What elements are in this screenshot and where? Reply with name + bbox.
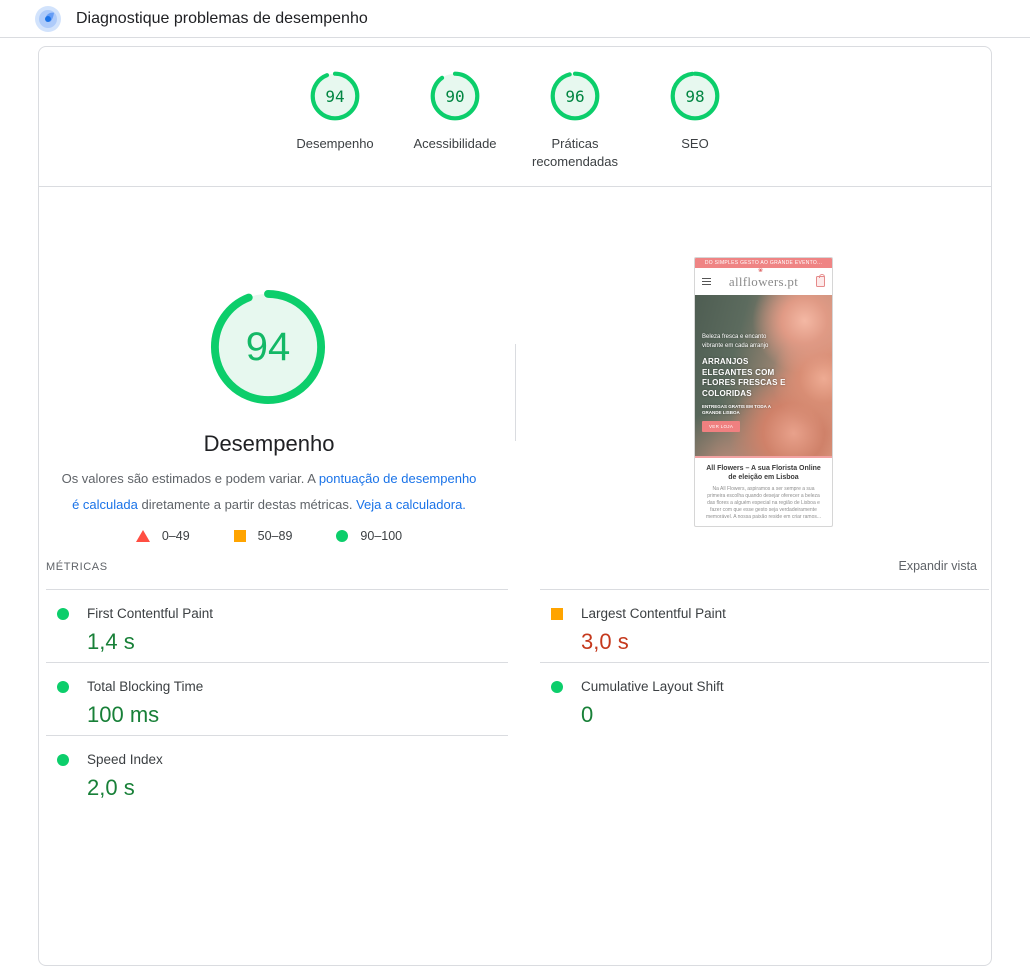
metrics-grid: First Contentful Paint 1,4 s Total Block… — [46, 589, 989, 809]
metrics-section-title: MÉTRICAS — [46, 561, 108, 573]
metric-row-fcp: First Contentful Paint 1,4 s — [46, 590, 508, 663]
legend-range: 0–49 — [161, 529, 190, 543]
category-gauge-desempenho[interactable]: 94 Desempenho — [275, 70, 395, 171]
category-gauge-acessibilidade[interactable]: 90 Acessibilidade — [395, 70, 515, 171]
thumb-caption-text: Na All Flowers, aspiramos a ser sempre a… — [705, 486, 822, 520]
metric-name: Speed Index — [87, 752, 163, 767]
score-value: 90 — [445, 86, 465, 106]
metric-row-lcp: Largest Contentful Paint 3,0 s — [540, 590, 989, 663]
metrics-header: MÉTRICAS Expandir vista — [46, 559, 977, 573]
average-square-icon — [233, 530, 246, 542]
expand-view-link[interactable]: Expandir vista — [898, 559, 977, 573]
category-label: SEO — [681, 136, 709, 151]
disclaimer-text: diretamente a partir destas métricas. — [137, 497, 357, 512]
thumb-site-header: allflowers.pt ❀ — [695, 268, 832, 295]
shopping-bag-icon — [816, 274, 825, 287]
page-header: Diagnostique problemas de desempenho — [0, 0, 1030, 38]
score-value: 98 — [685, 86, 705, 106]
flower-icon: ❀ — [758, 268, 764, 274]
legend-range: 90–100 — [360, 529, 403, 543]
metrics-column-right: Largest Contentful Paint 3,0 s Cumulativ… — [540, 589, 989, 809]
score-disclaimer: Os valores são estimados e podem variar.… — [57, 466, 481, 518]
performance-main-gauge: 94 — [209, 288, 327, 406]
score-gauge: 98 — [669, 70, 721, 122]
thumb-caption: All Flowers – A sua Florista Online de e… — [695, 458, 832, 521]
metric-row-si: Speed Index 2,0 s — [46, 736, 508, 809]
category-label: Desempenho — [296, 136, 374, 151]
metric-status-icon — [551, 607, 563, 620]
metrics-column-left: First Contentful Paint 1,4 s Total Block… — [46, 589, 508, 809]
legend-item-pass: 90–100 — [336, 529, 402, 543]
category-gauge-praticas[interactable]: 96 Práticas recomendadas — [515, 70, 635, 171]
thumb-shop-button: VER LOJA — [702, 421, 741, 432]
thumb-caption-title: All Flowers – A sua Florista Online de e… — [706, 465, 821, 481]
page-screenshot-thumbnail[interactable]: DO SIMPLES GESTO AO GRANDE EVENTO... all… — [694, 257, 833, 527]
thumb-hero-title: ARRANJOS ELEGANTES COM FLORES FRESCAS E … — [702, 357, 786, 398]
performance-section-title: Desempenho — [203, 431, 335, 456]
legend-item-fail: 0–49 — [135, 529, 190, 543]
legend-range: 50–89 — [257, 529, 293, 543]
metric-status-icon — [551, 680, 563, 693]
metric-value: 2,0 s — [87, 775, 135, 800]
thumb-hero-tagline: Beleza fresca e encanto vibrante em cada… — [702, 334, 769, 349]
performance-score-value: 94 — [245, 324, 291, 369]
category-gauge-seo[interactable]: 98 SEO — [635, 70, 755, 171]
thumb-site-logo: allflowers.pt — [728, 273, 799, 289]
category-gauges-row: 94 Desempenho 90 Acessibilidade 96 Práti… — [39, 70, 991, 171]
metric-row-tbt: Total Blocking Time 100 ms — [46, 663, 508, 736]
score-gauge: 94 — [309, 70, 361, 122]
vertical-divider — [515, 344, 516, 441]
metric-value: 1,4 s — [87, 629, 135, 654]
metric-name: Cumulative Layout Shift — [581, 679, 724, 694]
thumb-hero-subtitle: ENTREGAS GRATIS EM TODA A GRANDE LISBOA — [702, 404, 771, 415]
metric-row-cls: Cumulative Layout Shift 0 — [540, 663, 989, 736]
pagespeed-insights-icon — [35, 5, 61, 32]
score-value: 96 — [565, 86, 585, 106]
score-calculator-link[interactable]: Veja a calculadora. — [356, 497, 466, 512]
category-label: Acessibilidade — [413, 136, 497, 151]
metric-name: Largest Contentful Paint — [581, 606, 726, 621]
thumb-promo-banner: DO SIMPLES GESTO AO GRANDE EVENTO... — [695, 258, 832, 268]
metric-status-icon — [57, 680, 69, 693]
metric-value: 3,0 s — [581, 629, 629, 654]
pass-circle-icon — [336, 530, 349, 542]
metric-status-icon — [57, 753, 69, 766]
metric-name: Total Blocking Time — [87, 679, 204, 694]
fail-triangle-icon — [135, 530, 150, 542]
metric-status-icon — [57, 607, 69, 620]
score-gauge: 90 — [429, 70, 481, 122]
thumb-hero: Beleza fresca e encanto vibrante em cada… — [695, 295, 832, 456]
page-title: Diagnostique problemas de desempenho — [76, 9, 368, 27]
report-card: 94 Desempenho 90 Acessibilidade 96 Práti… — [38, 46, 992, 966]
score-value: 94 — [325, 86, 345, 106]
metric-value: 0 — [581, 702, 594, 727]
score-legend: 0–49 50–89 90–100 — [39, 529, 499, 543]
metric-name: First Contentful Paint — [87, 606, 214, 621]
legend-item-average: 50–89 — [233, 529, 293, 543]
category-label: Práticas recomendadas — [532, 136, 618, 169]
metrics-column-gap — [508, 589, 540, 809]
section-divider — [39, 186, 991, 187]
disclaimer-text: Os valores são estimados e podem variar.… — [61, 471, 319, 486]
score-gauge: 96 — [549, 70, 601, 122]
metric-value: 100 ms — [87, 702, 160, 727]
